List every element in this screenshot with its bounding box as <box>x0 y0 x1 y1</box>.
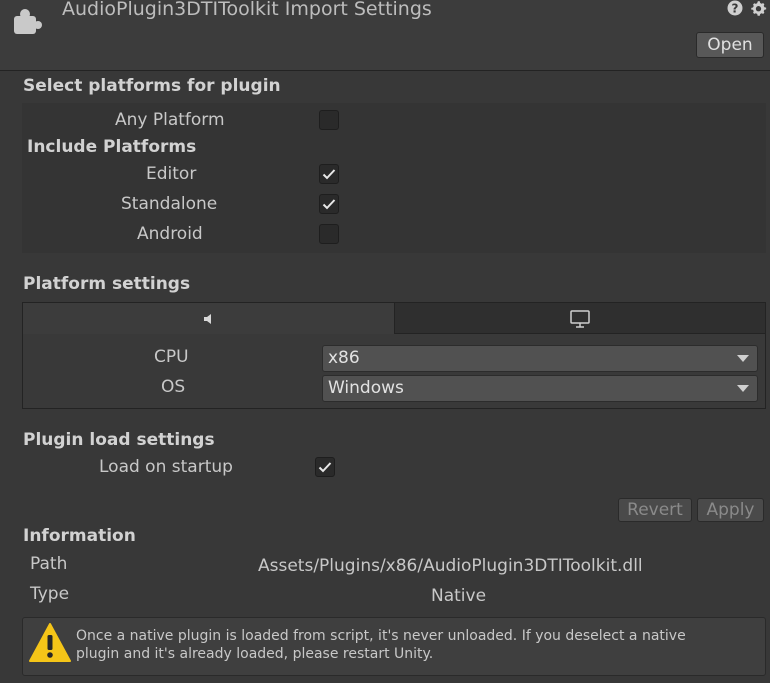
load-on-startup-label: Load on startup <box>99 457 233 477</box>
window-title: AudioPlugin3DTIToolkit Import Settings <box>62 0 432 20</box>
help-icon[interactable]: ? <box>727 0 743 16</box>
warning-line-1: Once a native plugin is loaded from scri… <box>76 628 686 644</box>
android-label: Android <box>137 224 203 244</box>
warning-icon <box>29 622 71 664</box>
editor-checkbox[interactable] <box>319 164 339 184</box>
load-on-startup-checkbox[interactable] <box>315 457 335 477</box>
plugin-icon <box>12 6 42 36</box>
any-platform-label: Any Platform <box>115 110 225 130</box>
warning-line-2: plugin and it's already loaded, please r… <box>76 646 434 662</box>
platform-settings-title: Platform settings <box>23 274 191 294</box>
load-settings-title: Plugin load settings <box>23 430 215 450</box>
tab-editor[interactable] <box>22 302 395 334</box>
revert-button[interactable]: Revert <box>618 498 692 522</box>
path-label: Path <box>30 554 68 574</box>
os-label: OS <box>161 377 186 397</box>
platforms-section-title: Select platforms for plugin <box>23 76 281 96</box>
any-platform-checkbox[interactable] <box>319 110 339 130</box>
tab-standalone[interactable] <box>394 302 766 334</box>
svg-text:?: ? <box>732 2 739 16</box>
android-checkbox[interactable] <box>319 224 339 244</box>
os-value: Windows <box>328 378 404 398</box>
type-value: Native <box>431 586 487 606</box>
os-dropdown[interactable]: Windows <box>322 375 758 402</box>
editor-unity-icon <box>204 314 211 324</box>
gear-icon[interactable] <box>750 0 767 17</box>
path-value: Assets/Plugins/x86/AudioPlugin3DTIToolki… <box>258 556 643 576</box>
information-title: Information <box>23 526 136 546</box>
standalone-label: Standalone <box>121 194 218 214</box>
editor-label: Editor <box>146 164 197 184</box>
chevron-down-icon <box>737 355 749 362</box>
check-icon <box>318 462 332 473</box>
cpu-value: x86 <box>328 348 360 368</box>
cpu-label: CPU <box>154 347 189 367</box>
type-label: Type <box>30 584 70 604</box>
standalone-checkbox[interactable] <box>319 194 339 214</box>
check-icon <box>322 199 336 210</box>
monitor-icon <box>570 310 590 328</box>
warning-text: Once a native plugin is loaded from scri… <box>76 627 686 663</box>
open-button[interactable]: Open <box>696 32 764 58</box>
cpu-dropdown[interactable]: x86 <box>322 345 758 372</box>
check-icon <box>322 169 336 180</box>
include-platforms-title: Include Platforms <box>27 137 197 157</box>
chevron-down-icon <box>737 385 749 392</box>
apply-button[interactable]: Apply <box>697 498 764 522</box>
